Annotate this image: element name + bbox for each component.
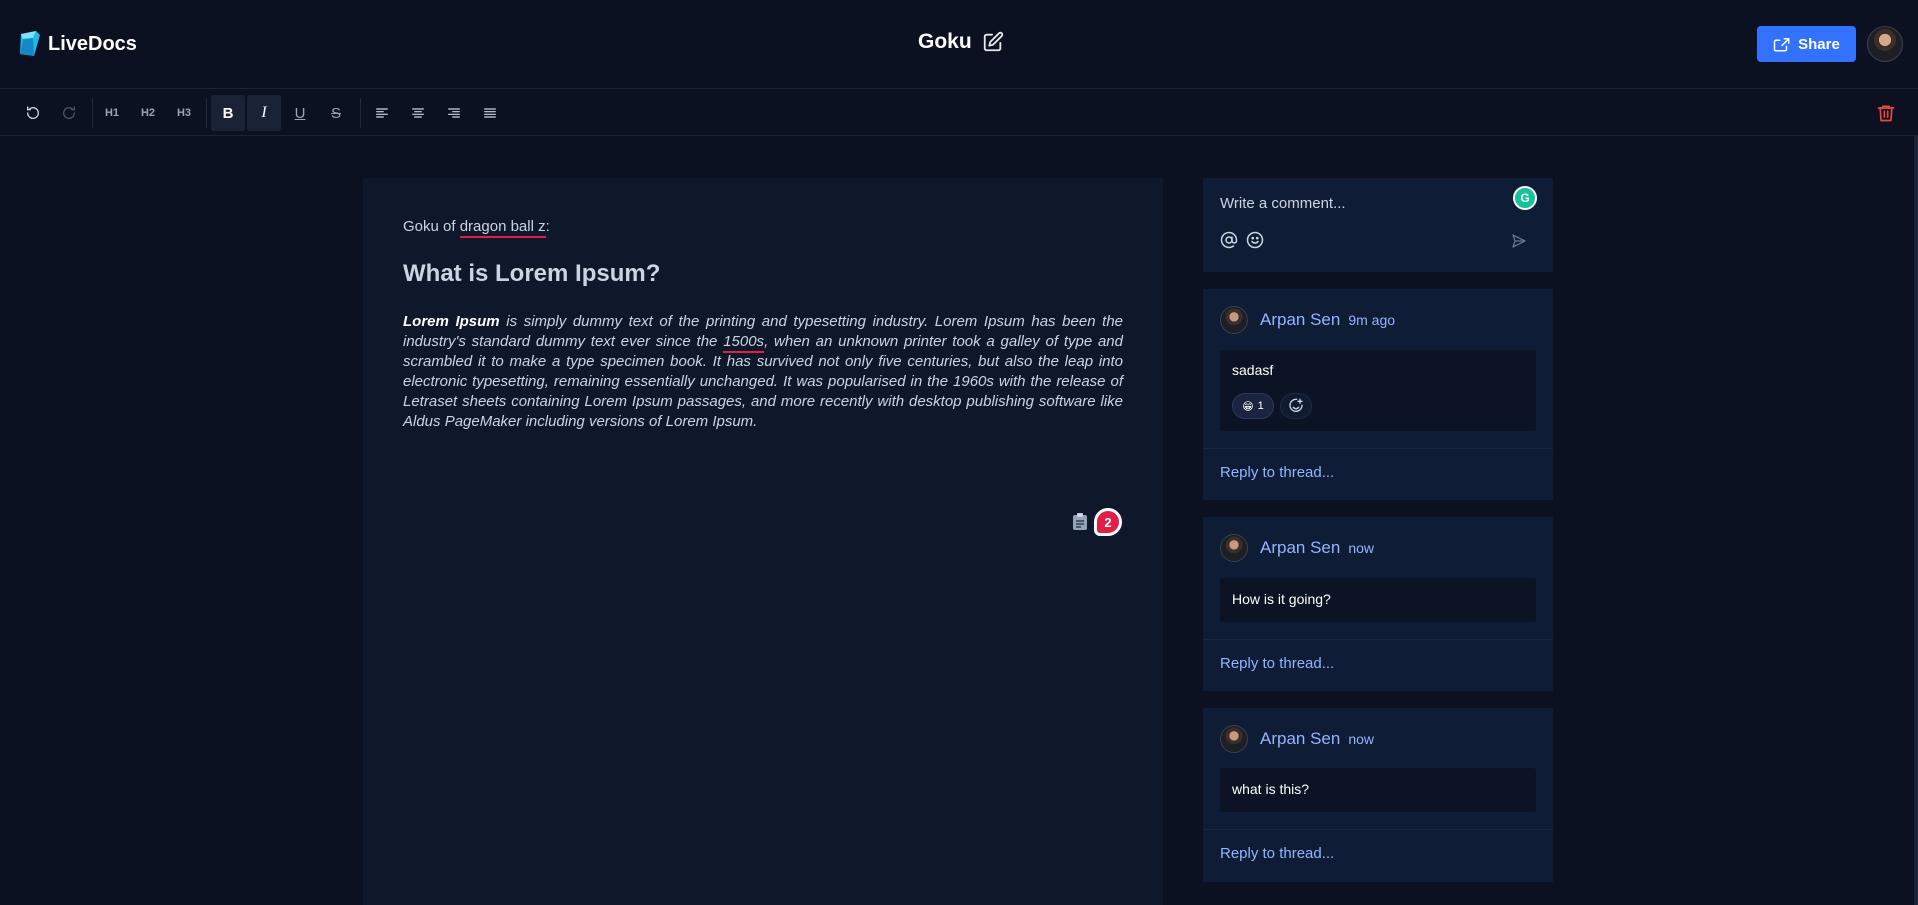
align-center-button[interactable]	[401, 95, 435, 131]
comment-author: Arpan Sen	[1260, 538, 1341, 557]
divider	[1203, 829, 1553, 830]
share-label: Share	[1798, 35, 1840, 53]
comment-composer: G	[1203, 178, 1553, 272]
align-left-icon	[376, 108, 388, 118]
highlighted-text[interactable]: 1500s	[723, 333, 765, 353]
comment-body: sadasf 😁 1	[1220, 350, 1536, 431]
comment-text: sadasf	[1232, 362, 1274, 378]
scrollbar[interactable]	[1914, 136, 1918, 905]
toolbar-divider	[206, 98, 207, 128]
bold-text: Lorem Ipsum	[403, 313, 500, 330]
avatar	[1220, 534, 1248, 562]
editor-paragraph[interactable]: Goku of dragon ball z:	[403, 218, 550, 238]
comment-text: How is it going?	[1232, 591, 1331, 607]
text-run: :	[545, 218, 550, 235]
editor-body-paragraph[interactable]: Lorem Ipsum is simply dummy text of the …	[403, 312, 1123, 432]
comment-body: what is this?	[1220, 768, 1536, 812]
thread-header: Arpan Sen now	[1220, 725, 1374, 753]
comment-body: How is it going?	[1220, 578, 1536, 622]
document-title-area: Goku	[918, 30, 1004, 54]
comment-time: 9m ago	[1348, 312, 1396, 328]
reaction-count: 1	[1257, 400, 1264, 412]
text-run: Goku of	[403, 218, 460, 235]
user-avatar[interactable]	[1867, 26, 1903, 62]
formatting-toolbar: H1 H2 H3 B I U S	[0, 90, 1918, 136]
heading-3-button[interactable]: H3	[167, 95, 201, 131]
grin-emoji-icon: 😁	[1242, 400, 1254, 413]
comment-count-badge[interactable]: 2	[1094, 508, 1122, 536]
underline-button[interactable]: U	[283, 95, 317, 131]
align-right-button[interactable]	[437, 95, 471, 131]
logo-icon	[20, 31, 40, 56]
toolbar-divider	[360, 98, 361, 128]
editor-heading[interactable]: What is Lorem Ipsum?	[403, 260, 660, 288]
document-editor[interactable]: Goku of dragon ball z: What is Lorem Ips…	[363, 178, 1163, 905]
app-logo[interactable]: LiveDocs	[18, 30, 137, 58]
divider	[1203, 448, 1553, 449]
comment-author: Arpan Sen	[1260, 729, 1341, 748]
delete-document-icon[interactable]	[1876, 102, 1896, 124]
share-icon	[1773, 38, 1790, 52]
comment-thread: Arpan Sen 9m ago sadasf 😁 1 Reply to thr…	[1203, 289, 1553, 500]
reply-input[interactable]: Reply to thread...	[1220, 845, 1520, 865]
align-center-icon	[412, 108, 424, 118]
avatar	[1220, 725, 1248, 753]
comment-author: Arpan Sen	[1260, 310, 1341, 329]
heading-2-button[interactable]: H2	[131, 95, 165, 131]
strikethrough-button[interactable]: S	[319, 95, 353, 131]
comment-thread: Arpan Sen now what is this? Reply to thr…	[1203, 708, 1553, 882]
clipboard-icon[interactable]	[1072, 512, 1088, 530]
comment-input[interactable]	[1220, 192, 1510, 214]
emoji-icon[interactable]	[1246, 231, 1264, 249]
reply-input[interactable]: Reply to thread...	[1220, 464, 1520, 484]
comment-time: now	[1348, 540, 1375, 556]
redo-icon	[63, 106, 76, 119]
align-justify-icon	[484, 108, 496, 118]
add-reaction-button[interactable]	[1280, 393, 1312, 419]
grammarly-icon[interactable]: G	[1513, 186, 1537, 210]
align-justify-button[interactable]	[473, 95, 507, 131]
reply-input[interactable]: Reply to thread...	[1220, 655, 1520, 675]
app-header: LiveDocs Goku Share	[0, 0, 1918, 89]
undo-icon	[26, 106, 39, 119]
add-emoji-icon	[1289, 398, 1303, 412]
app-name: LiveDocs	[48, 32, 137, 55]
reaction-chip[interactable]: 😁 1	[1232, 393, 1274, 419]
thread-header: Arpan Sen 9m ago	[1220, 306, 1395, 334]
redo-button[interactable]	[52, 95, 86, 131]
edit-icon[interactable]	[982, 31, 1004, 53]
heading-1-button[interactable]: H1	[95, 95, 129, 131]
document-title[interactable]: Goku	[918, 30, 972, 54]
mention-icon[interactable]	[1220, 231, 1238, 249]
share-button[interactable]: Share	[1757, 26, 1856, 62]
align-left-button[interactable]	[365, 95, 399, 131]
comment-thread: Arpan Sen now How is it going? Reply to …	[1203, 517, 1553, 691]
comment-text: what is this?	[1232, 781, 1310, 797]
align-right-icon	[448, 108, 460, 118]
toolbar-divider	[92, 98, 93, 128]
divider	[1203, 639, 1553, 640]
undo-button[interactable]	[16, 95, 50, 131]
thread-header: Arpan Sen now	[1220, 534, 1374, 562]
comment-time: now	[1348, 731, 1375, 747]
send-icon[interactable]	[1511, 233, 1527, 249]
avatar	[1220, 306, 1248, 334]
bold-button[interactable]: B	[211, 95, 245, 131]
italic-button[interactable]: I	[247, 95, 281, 131]
highlighted-text[interactable]: dragon ball z	[459, 218, 546, 238]
